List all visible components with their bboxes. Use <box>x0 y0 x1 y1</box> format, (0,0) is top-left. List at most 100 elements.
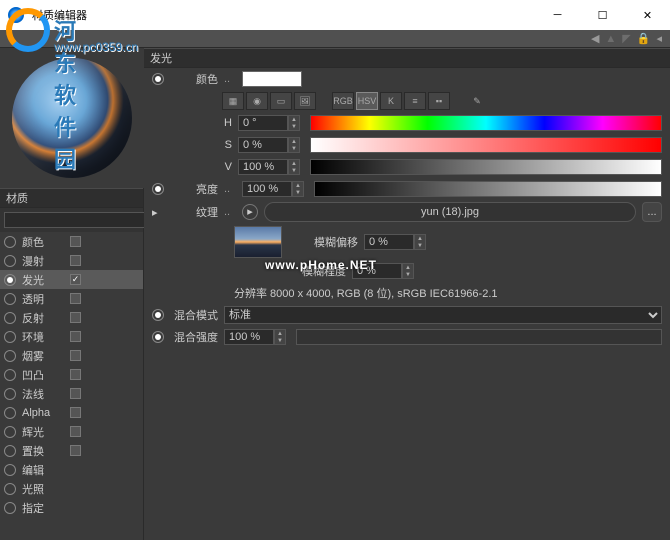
channel-烟雾[interactable]: 烟雾 <box>0 346 143 365</box>
texture-file-field[interactable]: yun (18).jpg <box>264 202 636 222</box>
channel-label: 颜色 <box>22 234 64 250</box>
channel-label: 法线 <box>22 386 64 402</box>
channel-置换[interactable]: 置换 <box>0 441 143 460</box>
channel-checkbox[interactable] <box>70 350 81 361</box>
blend-strength-ring-icon[interactable] <box>152 331 164 343</box>
swatches-icon[interactable]: ▪▪ <box>428 92 450 110</box>
slider-mode-icon[interactable]: ▦ <box>222 92 244 110</box>
spectrum-mode-icon[interactable]: ▭ <box>270 92 292 110</box>
hsv-button[interactable]: HSV <box>356 92 378 110</box>
channel-label: 烟雾 <box>22 348 64 364</box>
hue-slider[interactable] <box>310 115 662 131</box>
channel-checkbox[interactable] <box>70 369 81 380</box>
channel-checkbox[interactable] <box>70 255 81 266</box>
h-up[interactable]: ▲ <box>289 116 299 123</box>
blur-scale-input[interactable] <box>352 263 402 279</box>
brightness-dots[interactable]: .. <box>224 183 236 195</box>
channel-label: 环境 <box>22 329 64 345</box>
channel-checkbox[interactable] <box>70 388 81 399</box>
s-up[interactable]: ▲ <box>289 138 299 145</box>
channel-颜色[interactable]: 颜色 <box>0 232 143 251</box>
nav-up-icon[interactable]: ▲ <box>605 33 616 45</box>
channel-光照[interactable]: 光照 <box>0 479 143 498</box>
channel-漫射[interactable]: 漫射 <box>0 251 143 270</box>
channel-ring-icon <box>4 236 16 248</box>
channel-ring-icon <box>4 483 16 495</box>
channel-checkbox[interactable] <box>70 407 81 418</box>
expand-dots[interactable]: .. <box>224 73 236 85</box>
brightness-slider[interactable] <box>314 181 662 197</box>
channel-checkbox[interactable] <box>70 274 81 285</box>
v-input[interactable] <box>238 159 288 175</box>
channel-checkbox[interactable] <box>70 293 81 304</box>
channel-checkbox[interactable] <box>70 426 81 437</box>
nav-fwd-icon[interactable]: ◤ <box>622 32 630 45</box>
maximize-button[interactable]: ☐ <box>580 0 625 30</box>
channel-label: Alpha <box>22 407 64 419</box>
layer-bar: ▸ ↖ <box>0 208 143 232</box>
s-label: S <box>218 139 232 151</box>
channel-label: 漫射 <box>22 253 64 269</box>
close-button[interactable]: ✕ <box>625 0 670 30</box>
channel-法线[interactable]: 法线 <box>0 384 143 403</box>
brightness-input[interactable] <box>242 181 292 197</box>
h-input[interactable] <box>238 115 288 131</box>
texture-expand-icon[interactable]: ▸ <box>152 206 164 219</box>
channel-Alpha[interactable]: Alpha <box>0 403 143 422</box>
blend-strength-input[interactable] <box>224 329 274 345</box>
v-down[interactable]: ▼ <box>289 167 299 174</box>
s-down[interactable]: ▼ <box>289 145 299 152</box>
wheel-mode-icon[interactable]: ◉ <box>246 92 268 110</box>
channel-ring-icon <box>4 502 16 514</box>
channel-辉光[interactable]: 辉光 <box>0 422 143 441</box>
preview-sphere <box>12 58 132 178</box>
brightness-label: 亮度 <box>170 181 218 197</box>
channel-凹凸[interactable]: 凹凸 <box>0 365 143 384</box>
blend-mode-select[interactable]: 标准 <box>224 306 662 324</box>
sat-slider[interactable] <box>310 137 662 153</box>
menu-icon[interactable]: ◂ <box>656 32 662 45</box>
color-ring-icon[interactable] <box>152 73 164 85</box>
titlebar: 材质编辑器 ─ ☐ ✕ <box>0 0 670 30</box>
texture-label: 纹理 <box>170 204 218 220</box>
kelvin-button[interactable]: K <box>380 92 402 110</box>
channel-ring-icon <box>4 445 16 457</box>
layer-name-input[interactable] <box>4 212 156 228</box>
channel-checkbox[interactable] <box>70 312 81 323</box>
channel-checkbox[interactable] <box>70 236 81 247</box>
minimize-button[interactable]: ─ <box>535 0 580 30</box>
channel-反射[interactable]: 反射 <box>0 308 143 327</box>
texture-browse-button[interactable]: ... <box>642 202 662 222</box>
nav-back-icon[interactable]: ◀ <box>591 32 599 45</box>
channel-checkbox[interactable] <box>70 331 81 342</box>
channel-编辑[interactable]: 编辑 <box>0 460 143 479</box>
val-slider[interactable] <box>310 159 662 175</box>
eyedropper-icon[interactable]: ✎ <box>466 92 488 110</box>
channel-发光[interactable]: 发光 <box>0 270 143 289</box>
channel-指定[interactable]: 指定 <box>0 498 143 517</box>
h-down[interactable]: ▼ <box>289 123 299 130</box>
channel-label: 编辑 <box>22 462 64 478</box>
mixer-icon[interactable]: ≡ <box>404 92 426 110</box>
channel-透明[interactable]: 透明 <box>0 289 143 308</box>
texture-dots[interactable]: .. <box>224 206 236 218</box>
channel-label: 发光 <box>22 272 64 288</box>
channel-checkbox[interactable] <box>70 445 81 456</box>
color-swatch[interactable] <box>242 71 302 87</box>
bright-down[interactable]: ▼ <box>293 189 303 196</box>
s-input[interactable] <box>238 137 288 153</box>
rgb-button[interactable]: RGB <box>332 92 354 110</box>
material-preview[interactable] <box>0 48 144 188</box>
texture-play-icon[interactable]: ▸ <box>242 204 258 220</box>
blend-strength-slider[interactable] <box>296 329 662 345</box>
blur-offset-input[interactable] <box>364 234 414 250</box>
blend-mode-ring-icon[interactable] <box>152 309 164 321</box>
channel-ring-icon <box>4 331 16 343</box>
brightness-ring-icon[interactable] <box>152 183 164 195</box>
texture-thumbnail[interactable] <box>234 226 282 258</box>
bright-up[interactable]: ▲ <box>293 182 303 189</box>
picture-mode-icon[interactable]: 🖼 <box>294 92 316 110</box>
v-up[interactable]: ▲ <box>289 160 299 167</box>
channel-环境[interactable]: 环境 <box>0 327 143 346</box>
lock-icon[interactable]: 🔒 <box>637 32 651 45</box>
